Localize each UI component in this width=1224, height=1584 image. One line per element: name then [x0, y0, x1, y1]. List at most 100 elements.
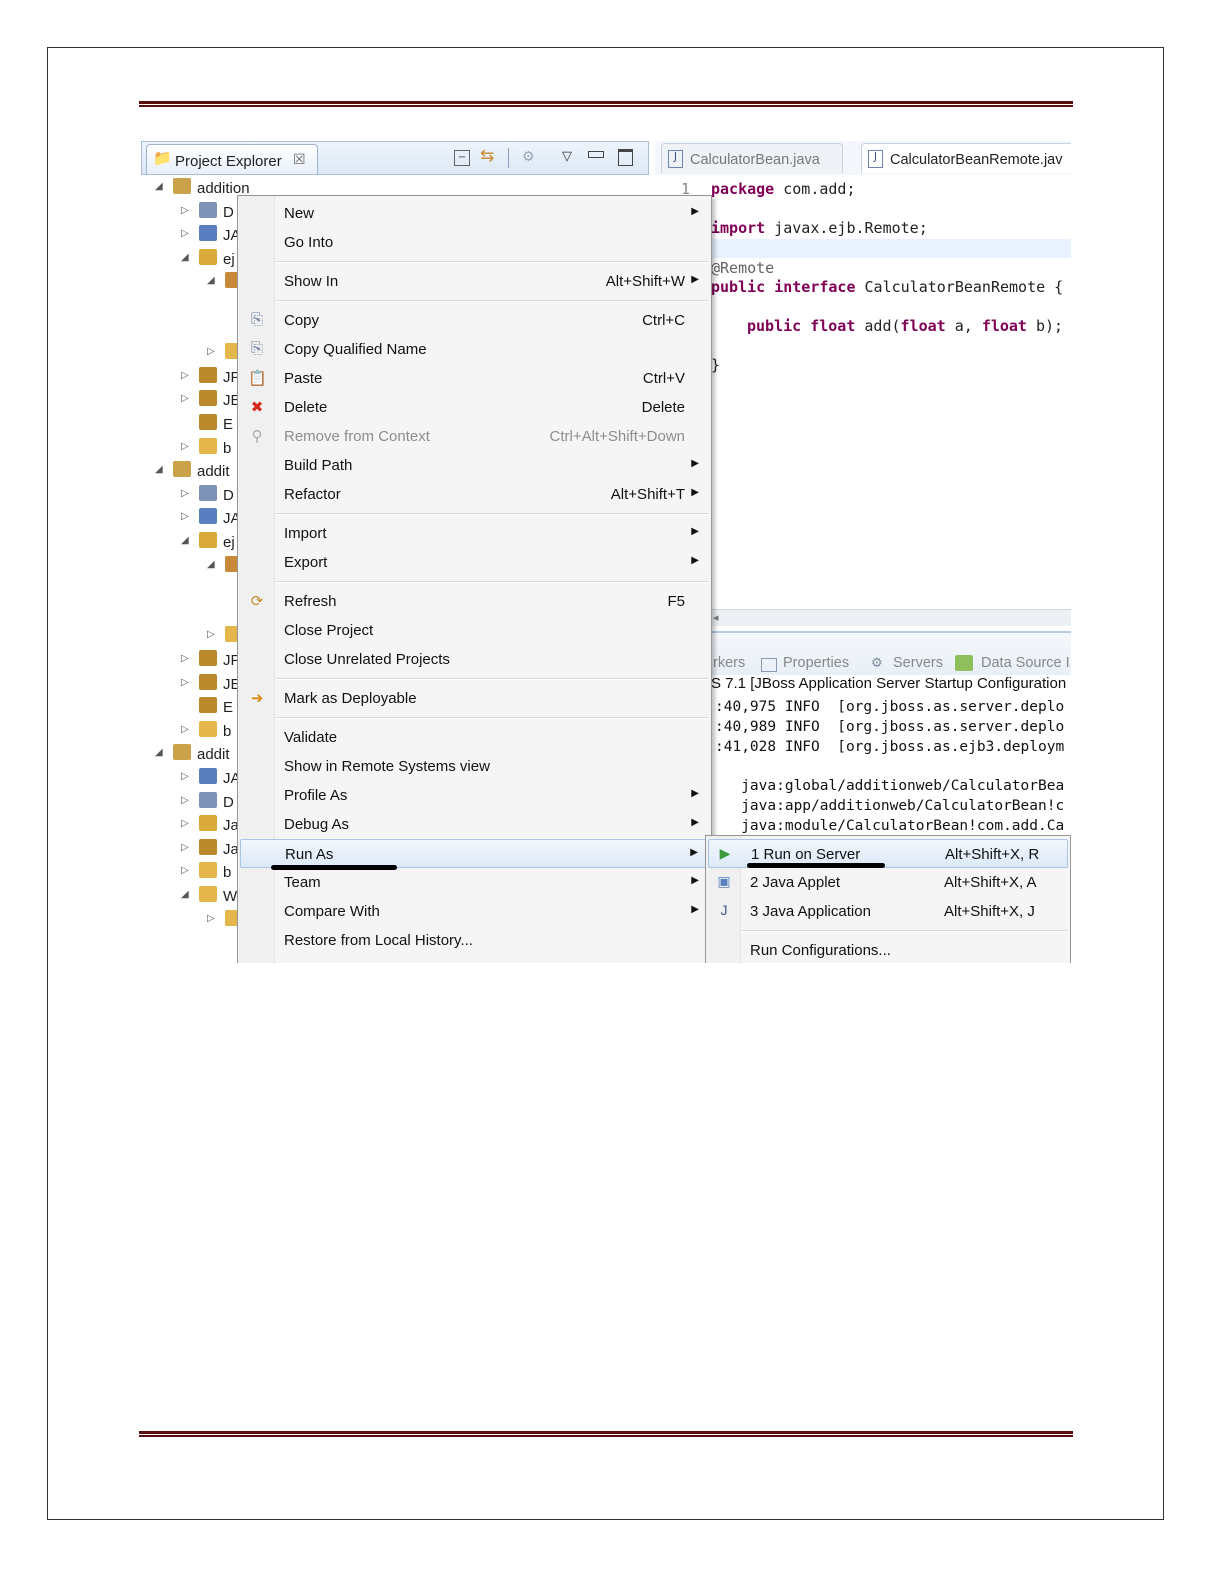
tab-calculator-bean-remote[interactable]: J CalculatorBeanRemote.jav	[861, 143, 1071, 173]
menu-item-delete[interactable]: ✖ Delete Delete	[240, 393, 709, 422]
menu-item-copy[interactable]: ⎘ Copy Ctrl+C	[240, 306, 709, 335]
tab-markers[interactable]: rkers	[713, 655, 745, 671]
collapse-all-icon[interactable]: −	[454, 150, 470, 166]
menu-item-close-project[interactable]: Close Project	[240, 616, 709, 645]
tree-item-label: E	[223, 416, 234, 433]
collapsed-arrow-icon[interactable]: ▷	[181, 393, 189, 404]
expanded-arrow-icon[interactable]: ◢	[181, 252, 189, 263]
expanded-arrow-icon[interactable]: ◢	[155, 747, 163, 758]
collapsed-arrow-icon[interactable]: ▷	[181, 653, 189, 664]
collapsed-arrow-icon[interactable]: ▷	[181, 865, 189, 876]
menu-item-import[interactable]: Import ▶	[240, 519, 709, 548]
tab-properties[interactable]: Properties	[783, 655, 849, 671]
collapsed-arrow-icon[interactable]: ▷	[181, 724, 189, 735]
menu-item-run-as[interactable]: Run As ▶	[240, 839, 709, 868]
expanded-arrow-icon[interactable]: ◢	[207, 275, 215, 286]
expanded-arrow-icon[interactable]: ◢	[155, 464, 163, 475]
collapsed-arrow-icon[interactable]: ▷	[181, 228, 189, 239]
tab-calculator-bean[interactable]: J CalculatorBean.java	[661, 143, 843, 173]
tree-item-label: addit	[197, 463, 230, 481]
menu-item-compare-with[interactable]: Compare With ▶	[240, 897, 709, 926]
submenu-item-2-java-applet[interactable]: ▣ 2 Java Applet Alt+Shift+X, A	[708, 868, 1068, 897]
expanded-arrow-icon[interactable]: ◢	[181, 889, 189, 900]
menu-item-validate[interactable]: Validate	[240, 723, 709, 752]
deployment-descriptor-icon	[199, 791, 217, 808]
menu-item-build-path[interactable]: Build Path ▶	[240, 451, 709, 480]
collapsed-arrow-icon[interactable]: ▷	[181, 677, 189, 688]
menu-item-profile-as[interactable]: Profile As ▶	[240, 781, 709, 810]
link-with-editor-icon[interactable]: ⇆	[480, 148, 494, 165]
tree-item-label: b	[223, 864, 232, 882]
menu-item-copy-qualified-name[interactable]: ⎘ Copy Qualified Name	[240, 335, 709, 364]
menu-item-close-unrelated-projects[interactable]: Close Unrelated Projects	[240, 645, 709, 674]
collapsed-arrow-icon[interactable]: ▷	[181, 205, 189, 216]
tab-servers[interactable]: Servers	[893, 655, 943, 671]
menu-item-label: Refactor	[284, 486, 341, 503]
menu-item-new[interactable]: New ▶	[240, 199, 709, 228]
tab-label: CalculatorBean.java	[690, 152, 820, 168]
menu-item-show-in[interactable]: Show In Alt+Shift+W ▶	[240, 267, 709, 296]
menu-item-export[interactable]: Export ▶	[240, 548, 709, 577]
expanded-arrow-icon[interactable]: ◢	[181, 535, 189, 546]
menu-item-restore-from-local-history[interactable]: Restore from Local History...	[240, 926, 709, 955]
collapsed-arrow-icon[interactable]: ▷	[181, 511, 189, 522]
run-on-server-underline-annotation	[747, 863, 885, 868]
collapsed-arrow-icon[interactable]: ▷	[181, 441, 189, 452]
minimize-icon[interactable]	[588, 151, 604, 158]
expanded-arrow-icon[interactable]: ◢	[207, 559, 215, 570]
menu-separator	[276, 581, 708, 583]
menu-item-label: Restore from Local History...	[284, 932, 473, 949]
collapsed-arrow-icon[interactable]: ▷	[207, 346, 215, 357]
menu-item-go-into[interactable]: Go Into	[240, 228, 709, 257]
collapsed-arrow-icon[interactable]: ▷	[181, 370, 189, 381]
submenu-arrow-icon: ▶	[691, 817, 699, 828]
project-explorer-icon: 📁	[153, 149, 172, 167]
menu-item-paste[interactable]: 📋 Paste Ctrl+V	[240, 364, 709, 393]
filter-icon[interactable]: ⚙	[522, 150, 535, 164]
tab-project-explorer[interactable]: 📁 Project Explorer ☒	[146, 144, 318, 174]
editor-horizontal-scrollbar[interactable]: ◂	[711, 609, 1071, 626]
maximize-icon[interactable]	[618, 149, 633, 166]
current-line-highlight	[711, 239, 1071, 258]
ejb-project-icon	[173, 178, 191, 194]
submenu-arrow-icon: ▶	[691, 526, 699, 537]
submenu-item-label: 1 Run on Server	[751, 846, 861, 863]
properties-icon	[761, 658, 777, 672]
collapsed-arrow-icon[interactable]: ▷	[181, 488, 189, 499]
collapsed-arrow-icon[interactable]: ▷	[181, 842, 189, 853]
java-file-icon: J	[668, 150, 683, 168]
close-view-icon[interactable]: ☒	[293, 153, 306, 167]
menu-item-remove-from-context[interactable]: ⚲ Remove from Context Ctrl+Alt+Shift+Down	[240, 422, 709, 451]
collapsed-arrow-icon[interactable]: ▷	[181, 795, 189, 806]
menu-item-mark-as-deployable[interactable]: ➜ Mark as Deployable	[240, 684, 709, 713]
tree-item-label: ej	[223, 534, 235, 551]
submenu-item-3-java-application[interactable]: J 3 Java Application Alt+Shift+X, J	[708, 897, 1068, 926]
library-icon	[199, 838, 217, 855]
submenu-item-run-configurations[interactable]: Run Configurations...	[708, 936, 1068, 963]
code-editor[interactable]: 1 package com.add; import javax.ejb.Remo…	[655, 175, 1071, 605]
tree-item-label: E	[223, 699, 234, 717]
menu-item-show-in-remote-systems-view[interactable]: Show in Remote Systems view	[240, 752, 709, 781]
menu-item-label: Team	[284, 874, 321, 891]
run-on-server-icon: ▶	[719, 845, 731, 861]
menu-item-debug-as[interactable]: Debug As ▶	[240, 810, 709, 839]
menu-item-label: Close Unrelated Projects	[284, 651, 450, 668]
ejb-project-icon	[173, 461, 191, 478]
submenu-item-shortcut: Alt+Shift+X, J	[944, 903, 1035, 920]
tab-data-source[interactable]: Data Source I	[981, 655, 1070, 671]
collapsed-arrow-icon[interactable]: ▷	[207, 913, 215, 924]
collapsed-arrow-icon[interactable]: ▷	[181, 771, 189, 782]
menu-item-refactor[interactable]: Refactor Alt+Shift+T ▶	[240, 480, 709, 509]
remove-context-icon: ⚲	[251, 428, 263, 445]
collapsed-arrow-icon[interactable]: ▷	[181, 818, 189, 829]
expanded-arrow-icon[interactable]: ◢	[155, 181, 163, 192]
menu-separator	[276, 261, 708, 263]
scroll-left-icon[interactable]: ◂	[713, 612, 719, 623]
menu-item-label: Build Path	[284, 457, 353, 474]
menu-item-team[interactable]: Team ▶	[240, 868, 709, 897]
collapsed-arrow-icon[interactable]: ▷	[207, 629, 215, 640]
menu-item-refresh[interactable]: ⟳ Refresh F5	[240, 587, 709, 616]
jax-ws-icon	[199, 768, 217, 784]
tree-item-label: b	[223, 722, 232, 740]
view-menu-icon[interactable]: ▽	[562, 150, 572, 163]
